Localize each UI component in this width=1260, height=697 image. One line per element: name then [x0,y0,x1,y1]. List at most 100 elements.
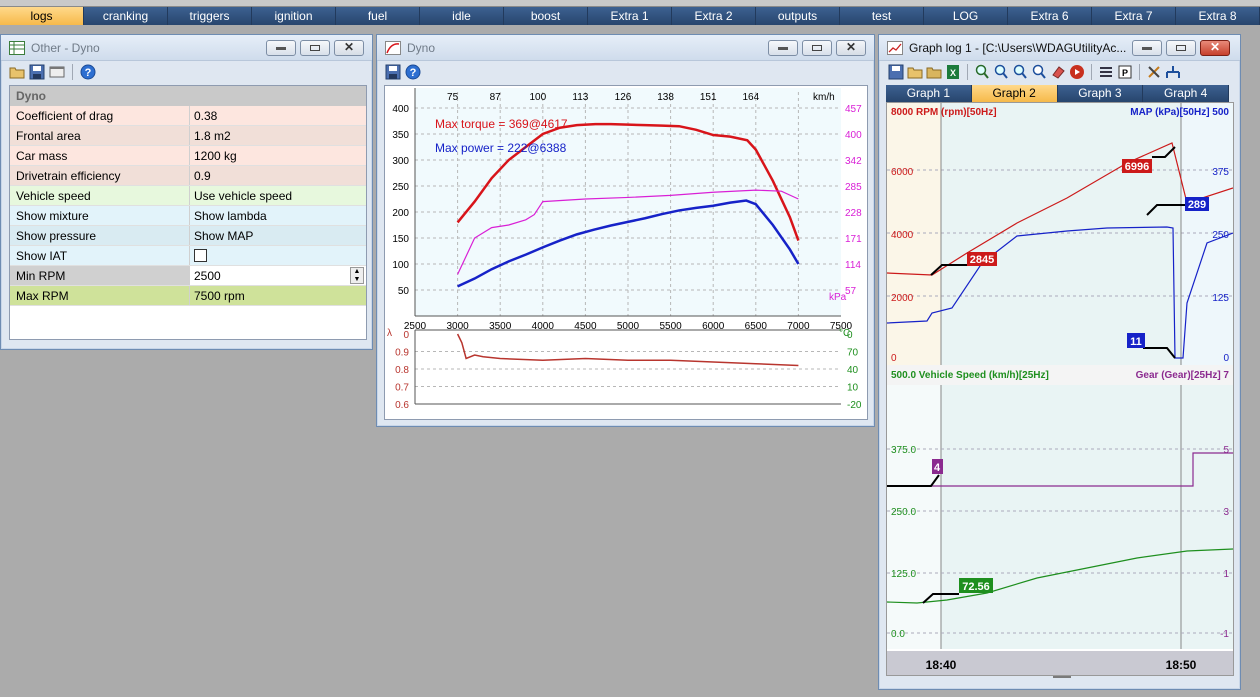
window-title: Other - Dyno [31,41,100,55]
property-row[interactable]: Car mass 1200 kg [10,146,366,166]
dyno-chart: 4003503002502001501005045740034228522817… [387,88,862,411]
temp-tick-label: -20 [847,400,862,411]
graph-log-titlebar[interactable]: Graph log 1 - [C:\Users\WDAGUtilityAc...… [879,35,1240,61]
property-value[interactable]: Show lambda [190,206,366,225]
tab-extra-6[interactable]: Extra 6 [1008,7,1092,25]
property-value[interactable]: 0.9 [190,166,366,185]
y2-tick-label: 342 [845,156,862,167]
toolbar-separator [72,64,73,80]
maximize-button[interactable] [802,40,832,56]
graph-tab-3[interactable]: Graph 3 [1057,85,1144,102]
dyno-settings-titlebar[interactable]: Other - Dyno ✕ [1,35,372,61]
zoom-fit-icon[interactable] [1012,64,1028,80]
toolbar-separator [967,64,968,80]
property-value[interactable]: 7500 rpm [190,286,366,305]
zoom-in-icon[interactable] [974,64,990,80]
tab-extra-7[interactable]: Extra 7 [1092,7,1176,25]
min-rpm-spinner[interactable]: ▲ ▼ [350,267,364,284]
property-row[interactable]: Frontal area 1.8 m2 [10,126,366,146]
tab-fuel[interactable]: fuel [336,7,420,25]
record-icon[interactable] [1069,64,1085,80]
help-icon[interactable]: ? [80,64,96,80]
close-button[interactable]: ✕ [1200,40,1230,56]
property-name: Coefficient of drag [10,106,190,125]
main-tabs: logs cranking triggers ignition fuel idle boos… [0,7,1260,25]
property-row[interactable]: Show IAT [10,246,366,266]
close-button[interactable]: ✕ [836,40,866,56]
close-button[interactable]: ✕ [334,40,364,56]
property-row[interactable]: Show mixture Show lambda [10,206,366,226]
property-row[interactable]: Show pressure Show MAP [10,226,366,246]
property-row[interactable]: Min RPM 2500 ▲ ▼ [10,266,366,286]
excel-icon[interactable]: X [945,64,961,80]
tab-extra-2[interactable]: Extra 2 [672,7,756,25]
zoom-reset-icon[interactable] [1031,64,1047,80]
graph-tab-1[interactable]: Graph 1 [886,85,972,102]
tab-cranking[interactable]: cranking [84,7,168,25]
dyno-graph-titlebar[interactable]: Dyno ✕ [377,35,874,61]
rpm-tick-label: 0 [891,353,897,364]
maximize-button[interactable] [1166,40,1196,56]
minimize-button[interactable] [768,40,798,56]
tab-extra-1[interactable]: Extra 1 [588,7,672,25]
speed-tick-label: 126 [615,92,632,103]
speed-tick-label: 164 [742,92,759,103]
y2-tick-label: 57 [845,286,857,297]
save-icon[interactable] [888,64,904,80]
property-row[interactable]: Max RPM 7500 rpm [10,286,366,306]
tab-outputs[interactable]: outputs [756,7,840,25]
temp-tick-label: 10 [847,383,859,394]
window-icon[interactable] [49,64,65,80]
svg-text:X: X [950,68,956,78]
property-name: Drivetrain efficiency [10,166,190,185]
open-folder-icon[interactable] [907,64,923,80]
map-marker-label: 11 [1130,336,1142,348]
tab-extra-8[interactable]: Extra 8 [1176,7,1260,25]
tab-logs[interactable]: logs [0,7,84,25]
bottom-left-axis-label: 500.0 Vehicle Speed (km/h)[25Hz] [891,370,1049,381]
minimize-button[interactable] [266,40,296,56]
maximize-button[interactable] [300,40,330,56]
table-icon [9,41,25,55]
tab-test[interactable]: test [840,7,924,25]
property-value-text: 2500 [194,269,221,283]
property-row[interactable]: Drivetrain efficiency 0.9 [10,166,366,186]
list-icon[interactable] [1098,64,1114,80]
lambda-tick-label: 0.6 [395,400,409,411]
open-folder-icon[interactable] [9,64,25,80]
speed-tick-label: 138 [657,92,674,103]
eraser-icon[interactable] [1050,64,1066,80]
property-row[interactable]: Vehicle speed Use vehicle speed [10,186,366,206]
close-icon: ✕ [1209,40,1221,54]
tab-log[interactable]: LOG [924,7,1008,25]
graph-tab-4[interactable]: Graph 4 [1143,85,1229,102]
tab-triggers[interactable]: triggers [168,7,252,25]
tools-icon[interactable] [1146,64,1162,80]
resize-grip[interactable] [1053,676,1071,678]
property-value[interactable]: Use vehicle speed [190,186,366,205]
graph-tab-2[interactable]: Graph 2 [971,85,1058,102]
help-icon[interactable]: ? [405,64,421,80]
rpm-marker-label: 6996 [1125,161,1149,173]
y-tick-label: 200 [392,208,409,219]
save-icon[interactable] [29,64,45,80]
save-icon[interactable] [385,64,401,80]
properties-icon[interactable]: P [1117,64,1133,80]
property-value[interactable]: 0.38 [190,106,366,125]
property-value[interactable]: 1200 kg [190,146,366,165]
show-iat-checkbox[interactable] [194,249,207,262]
rpm-tick-label: 4000 [891,230,914,241]
tab-boost[interactable]: boost [504,7,588,25]
tab-idle[interactable]: idle [420,7,504,25]
property-value[interactable]: 2500 ▲ ▼ [190,266,366,285]
minimize-button[interactable] [1132,40,1162,56]
property-value[interactable] [190,246,366,265]
property-row[interactable]: Coefficient of drag 0.38 [10,106,366,126]
tab-ignition[interactable]: ignition [252,7,336,25]
open-folder-icon[interactable] [926,64,942,80]
svg-text:?: ? [85,67,92,79]
zoom-out-icon[interactable] [993,64,1009,80]
network-icon[interactable] [1165,64,1181,80]
property-value[interactable]: Show MAP [190,226,366,245]
property-value[interactable]: 1.8 m2 [190,126,366,145]
